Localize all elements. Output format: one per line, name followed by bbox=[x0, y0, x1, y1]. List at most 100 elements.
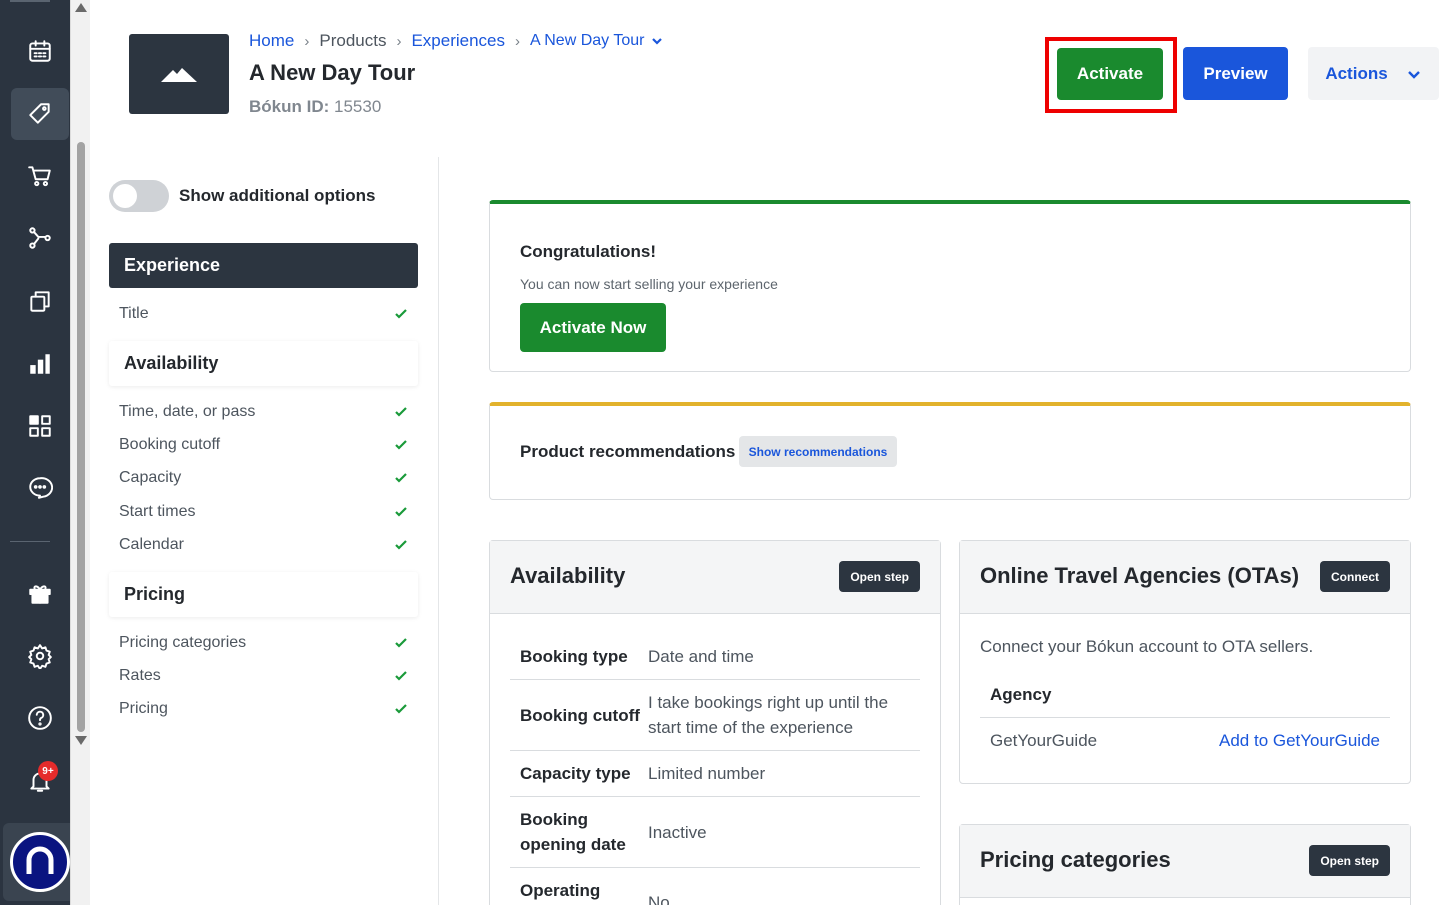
table-row: Booking opening date Inactive bbox=[510, 797, 920, 868]
rail-item-calendar[interactable] bbox=[11, 25, 69, 77]
section-experience[interactable]: Experience bbox=[109, 243, 418, 288]
nav-item-pricing[interactable]: Pricing bbox=[119, 697, 408, 721]
calendar-icon bbox=[29, 40, 51, 62]
gift-icon bbox=[29, 585, 51, 604]
nav-item-label: Pricing categories bbox=[119, 634, 247, 651]
nav-item-capacity[interactable]: Capacity bbox=[119, 466, 408, 490]
breadcrumb: Home › Products › Experiences › A New Da… bbox=[249, 30, 664, 52]
rail-top-line bbox=[10, 0, 50, 2]
breadcrumb-current-label: A New Day Tour bbox=[530, 32, 645, 49]
nav-item-label: Booking cutoff bbox=[119, 436, 221, 453]
nav-item-label: Start times bbox=[119, 503, 196, 520]
breadcrumb-products: Products bbox=[319, 31, 387, 50]
rail-item-settings[interactable] bbox=[11, 630, 69, 682]
widgets-icon bbox=[29, 415, 51, 437]
cart-icon bbox=[28, 166, 51, 187]
gear-icon bbox=[28, 644, 52, 669]
nav-item-label: Rates bbox=[119, 667, 161, 684]
check-icon bbox=[395, 704, 407, 714]
toggle-label: Show additional options bbox=[179, 186, 376, 205]
table-row: Capacity type Limited number bbox=[510, 751, 920, 797]
chevron-down-icon bbox=[1407, 70, 1420, 79]
breadcrumb-current-dropdown[interactable]: A New Day Tour bbox=[530, 32, 664, 50]
scroll-thumb[interactable] bbox=[77, 142, 85, 732]
bokun-id: Bókun ID: 15530 bbox=[249, 97, 381, 117]
agency-column-header: Agency bbox=[990, 685, 1052, 704]
ota-description: Connect your Bókun account to OTA seller… bbox=[980, 637, 1314, 656]
rail-item-gift[interactable] bbox=[11, 567, 69, 619]
row-value: No bbox=[648, 893, 670, 905]
row-value: Date and time bbox=[648, 647, 754, 666]
rail-item-cart[interactable] bbox=[11, 150, 69, 202]
step-navigation: Show additional options Experience Title… bbox=[90, 157, 439, 905]
rail-item-copy[interactable] bbox=[11, 275, 69, 327]
nav-item-label: Calendar bbox=[119, 536, 184, 553]
pricing-categories-open-step-button[interactable]: Open step bbox=[1309, 845, 1390, 876]
actions-label: Actions bbox=[1325, 63, 1388, 83]
help-icon bbox=[28, 706, 52, 730]
pricing-categories-title: Pricing categories bbox=[980, 847, 1171, 872]
check-icon bbox=[395, 407, 407, 417]
breadcrumb-separator-icon: › bbox=[396, 32, 402, 50]
check-icon bbox=[395, 507, 407, 517]
nav-item-booking-cutoff[interactable]: Booking cutoff bbox=[119, 433, 408, 457]
ota-card: Online Travel Agencies (OTAs) Connect Co… bbox=[959, 540, 1411, 784]
chevron-down-icon bbox=[652, 38, 663, 45]
rail-item-reports[interactable] bbox=[11, 338, 69, 390]
account-avatar-button[interactable] bbox=[3, 823, 77, 901]
nav-item-calendar[interactable]: Calendar bbox=[119, 533, 408, 557]
section-pricing[interactable]: Pricing bbox=[109, 572, 418, 617]
nav-item-rates[interactable]: Rates bbox=[119, 664, 408, 688]
check-icon bbox=[395, 540, 407, 550]
scroll-down-arrow-icon[interactable] bbox=[75, 736, 87, 745]
rail-item-chat[interactable] bbox=[11, 462, 69, 514]
notification-badge: 9+ bbox=[38, 761, 58, 781]
ota-connect-button[interactable]: Connect bbox=[1320, 561, 1390, 592]
availability-card: Availability Open step Booking type Date… bbox=[489, 540, 941, 905]
breadcrumb-home[interactable]: Home bbox=[249, 31, 294, 51]
ota-title: Online Travel Agencies (OTAs) bbox=[980, 563, 1300, 588]
ota-header: Online Travel Agencies (OTAs) Connect bbox=[960, 541, 1410, 614]
nav-scrollbar[interactable] bbox=[70, 0, 90, 905]
check-icon bbox=[395, 440, 407, 450]
availability-open-step-button[interactable]: Open step bbox=[839, 561, 920, 592]
row-key: Booking type bbox=[520, 647, 628, 666]
row-key: Booking opening date bbox=[520, 810, 626, 854]
activate-now-button[interactable]: Activate Now bbox=[520, 303, 666, 352]
mountain-icon bbox=[161, 68, 197, 82]
rail-item-network[interactable] bbox=[11, 212, 69, 264]
bokun-id-value: 15530 bbox=[334, 97, 382, 116]
nav-item-label: Capacity bbox=[119, 469, 182, 486]
additional-options-toggle[interactable] bbox=[109, 180, 169, 212]
nav-item-start-times[interactable]: Start times bbox=[119, 500, 408, 524]
scroll-up-arrow-icon[interactable] bbox=[75, 3, 87, 12]
actions-button[interactable]: Actions bbox=[1308, 47, 1439, 100]
activate-button[interactable]: Activate bbox=[1057, 48, 1163, 100]
row-key: Capacity type bbox=[520, 764, 631, 783]
tag-icon bbox=[29, 103, 50, 124]
availability-header: Availability Open step bbox=[490, 541, 940, 614]
agency-divider bbox=[980, 717, 1390, 718]
add-to-getyourguide-link[interactable]: Add to GetYourGuide bbox=[1219, 731, 1380, 751]
table-row: Booking type Date and time bbox=[510, 634, 920, 680]
pricing-categories-card: Pricing categories Open step bbox=[959, 824, 1411, 905]
show-recommendations-button[interactable]: Show recommendations bbox=[739, 436, 897, 467]
row-value: I take bookings right up until the start… bbox=[648, 693, 889, 737]
breadcrumb-separator-icon: › bbox=[304, 32, 310, 50]
breadcrumb-experiences[interactable]: Experiences bbox=[411, 31, 505, 51]
rail-item-widgets[interactable] bbox=[11, 400, 69, 452]
rail-divider bbox=[10, 541, 50, 542]
brand-logo-icon bbox=[26, 846, 54, 874]
nav-item-title[interactable]: Title bbox=[119, 302, 408, 326]
preview-button[interactable]: Preview bbox=[1183, 47, 1288, 100]
rail-item-products[interactable] bbox=[11, 88, 69, 140]
nav-item-time-date-pass[interactable]: Time, date, or pass bbox=[119, 400, 408, 424]
check-icon bbox=[395, 309, 407, 319]
nav-item-pricing-categories[interactable]: Pricing categories bbox=[119, 631, 408, 655]
breadcrumb-separator-icon: › bbox=[515, 32, 521, 50]
section-availability[interactable]: Availability bbox=[109, 341, 418, 386]
rail-item-notifications[interactable] bbox=[11, 755, 69, 807]
recommendations-card: Product recommendations Show recommendat… bbox=[489, 402, 1411, 500]
additional-options-toggle-row[interactable]: Show additional options bbox=[109, 180, 375, 212]
rail-item-help[interactable] bbox=[11, 692, 69, 744]
